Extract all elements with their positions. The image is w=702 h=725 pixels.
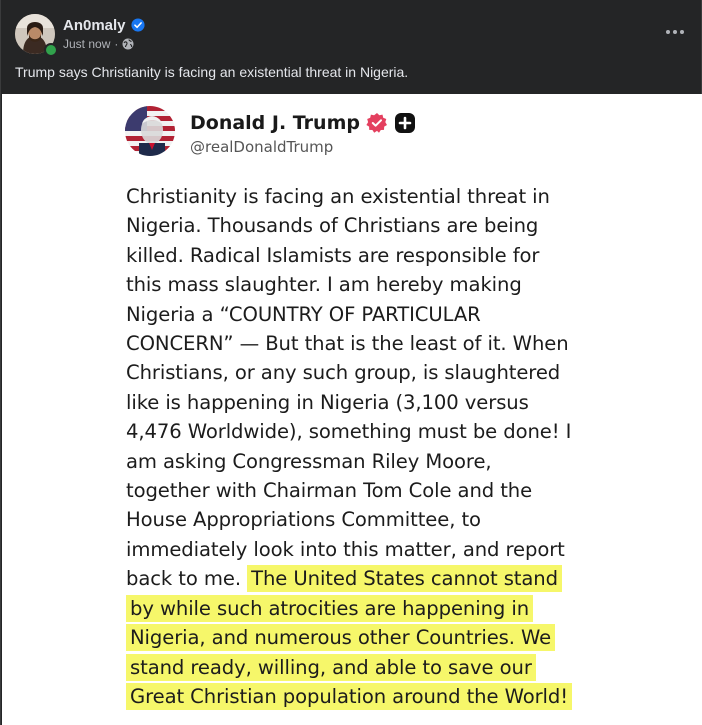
truth-line: back to me. The United States cannot sta… <box>126 564 586 593</box>
truth-line: House Appropriations Committee, to <box>126 508 481 532</box>
truth-author-avatar <box>125 106 175 156</box>
truth-line: Great Christian population around the Wo… <box>126 682 586 711</box>
post-meta: Just now · <box>63 36 134 52</box>
truth-line: CONCERN” — But that is the least of it. … <box>126 332 569 356</box>
meta-separator: · <box>114 37 119 51</box>
truth-line: Nigeria, and numerous other Countries. W… <box>126 623 586 652</box>
truth-line: am asking Congressman Riley Moore, <box>126 449 492 473</box>
author-name[interactable]: An0maly <box>63 17 126 34</box>
more-horizontal-icon <box>666 30 684 34</box>
author-row: An0maly <box>63 15 145 35</box>
highlighted-text: stand ready, willing, and able to save o… <box>126 653 536 681</box>
truth-line: Nigeria. Thousands of Christians are bei… <box>126 214 539 238</box>
globe-icon <box>122 38 134 50</box>
post-image[interactable]: Donald J. Trump @realDonaldTrump Christi… <box>2 94 702 725</box>
truth-line: by while such atrocities are happening i… <box>126 594 586 623</box>
highlighted-text: by while such atrocities are happening i… <box>126 594 534 622</box>
post-caption: Trump says Christianity is facing an exi… <box>15 64 409 80</box>
highlighted-text: Nigeria, and numerous other Countries. W… <box>126 624 556 652</box>
highlighted-text: The United States cannot stand <box>247 565 562 593</box>
facebook-post: An0maly Just now · Trump says Christiani… <box>0 0 702 725</box>
truth-line: like is happening in Nigeria (3,100 vers… <box>126 390 529 414</box>
more-options-button[interactable] <box>657 18 693 46</box>
flag-portrait-image <box>125 106 175 156</box>
truth-post-text: Christianity is facing an existential th… <box>126 182 586 711</box>
online-status-dot <box>44 43 58 57</box>
truth-line-text: back to me. <box>126 567 241 591</box>
truth-line: Christians, or any such group, is slaugh… <box>126 361 561 385</box>
post-header: An0maly Just now · <box>1 0 702 60</box>
truth-line: 4,476 Worldwide), something must be done… <box>126 420 572 444</box>
truth-line: killed. Radical Islamists are responsibl… <box>126 243 540 267</box>
post-timestamp[interactable]: Just now <box>63 37 110 51</box>
plus-badge-icon <box>394 113 415 133</box>
truth-author-name: Donald J. Trump <box>190 112 360 134</box>
truth-line: immediately look into this matter, and r… <box>126 537 565 561</box>
verified-badge-icon <box>366 113 387 133</box>
truth-name-row: Donald J. Trump <box>190 110 416 136</box>
truth-line: stand ready, willing, and able to save o… <box>126 653 586 682</box>
truth-line: together with Chairman Tom Cole and the <box>126 479 533 503</box>
highlighted-text: Great Christian population around the Wo… <box>126 682 572 710</box>
verified-badge-icon <box>130 18 145 32</box>
truth-line: this mass slaughter. I am hereby making <box>126 273 522 297</box>
truth-line: Nigeria a “COUNTRY OF PARTICULAR <box>126 302 481 326</box>
truth-line: Christianity is facing an existential th… <box>126 185 550 208</box>
truth-author-handle: @realDonaldTrump <box>190 138 334 156</box>
